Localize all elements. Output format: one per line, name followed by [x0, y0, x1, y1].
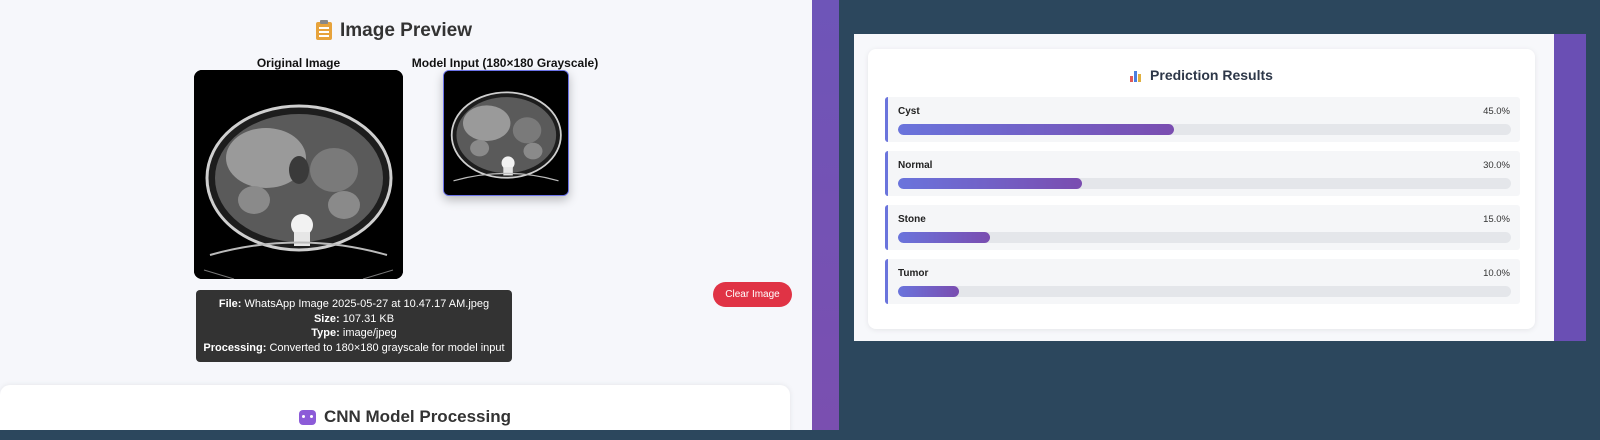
clipboard-icon [315, 20, 332, 40]
model-input-label: Model Input (180×180 Grayscale) [411, 56, 599, 70]
prediction-bar-fill [898, 124, 1174, 135]
type-key: Type: [311, 327, 340, 340]
divider-strip [812, 0, 839, 430]
robot-icon [298, 409, 316, 425]
prediction-row: Tumor 10.0% [885, 259, 1520, 304]
prediction-bar-fill [898, 178, 1082, 189]
prediction-label: Cyst [898, 106, 920, 117]
prediction-results-title: Prediction Results [1150, 67, 1273, 83]
prediction-label: Stone [898, 214, 926, 225]
prediction-percent: 15.0% [1483, 214, 1510, 225]
cnn-processing-title: CNN Model Processing [323, 407, 512, 426]
file-name: WhatsApp Image 2025-05-27 at 10.47.17 AM… [244, 298, 490, 310]
prediction-row: Normal 30.0% [885, 151, 1520, 196]
prediction-bar-fill [898, 286, 960, 297]
image-preview-heading: Image Preview [0, 20, 788, 42]
file-key: File: [218, 298, 242, 310]
file-info-box: File: WhatsApp Image 2025-05-27 at 10.47… [196, 290, 512, 362]
prediction-percent: 10.0% [1483, 268, 1510, 279]
processing-key: Processing: [203, 341, 267, 354]
prediction-bar-track [898, 286, 1511, 297]
cnn-processing-heading: CNN Model Processing [0, 407, 810, 427]
prediction-results-heading: Prediction Results [868, 67, 1535, 83]
prediction-label: Tumor [898, 268, 929, 279]
file-size: 107.31 KB [342, 312, 395, 325]
prediction-bar-track [898, 124, 1511, 135]
image-preview-panel: Image Preview Original Image Model Input… [0, 0, 812, 430]
prediction-bar-fill [898, 232, 990, 243]
file-type: image/jpeg [342, 327, 397, 340]
original-ct-image [194, 70, 403, 279]
prediction-percent: 30.0% [1483, 160, 1510, 171]
prediction-row: Cyst 45.0% [885, 97, 1520, 142]
prediction-bar-track [898, 178, 1511, 189]
clear-image-button[interactable]: Clear Image [713, 282, 792, 307]
prediction-label: Normal [898, 160, 933, 171]
prediction-bar-track [898, 232, 1511, 243]
prediction-row: Stone 15.0% [885, 205, 1520, 250]
original-image-label: Original Image [256, 56, 341, 70]
size-key: Size: [313, 312, 340, 325]
image-preview-title: Image Preview [339, 20, 473, 41]
processing-note: Converted to 180×180 grayscale for model… [269, 341, 505, 354]
model-input-image [443, 70, 569, 196]
bar-chart-icon [1130, 69, 1144, 82]
prediction-percent: 45.0% [1483, 106, 1510, 117]
